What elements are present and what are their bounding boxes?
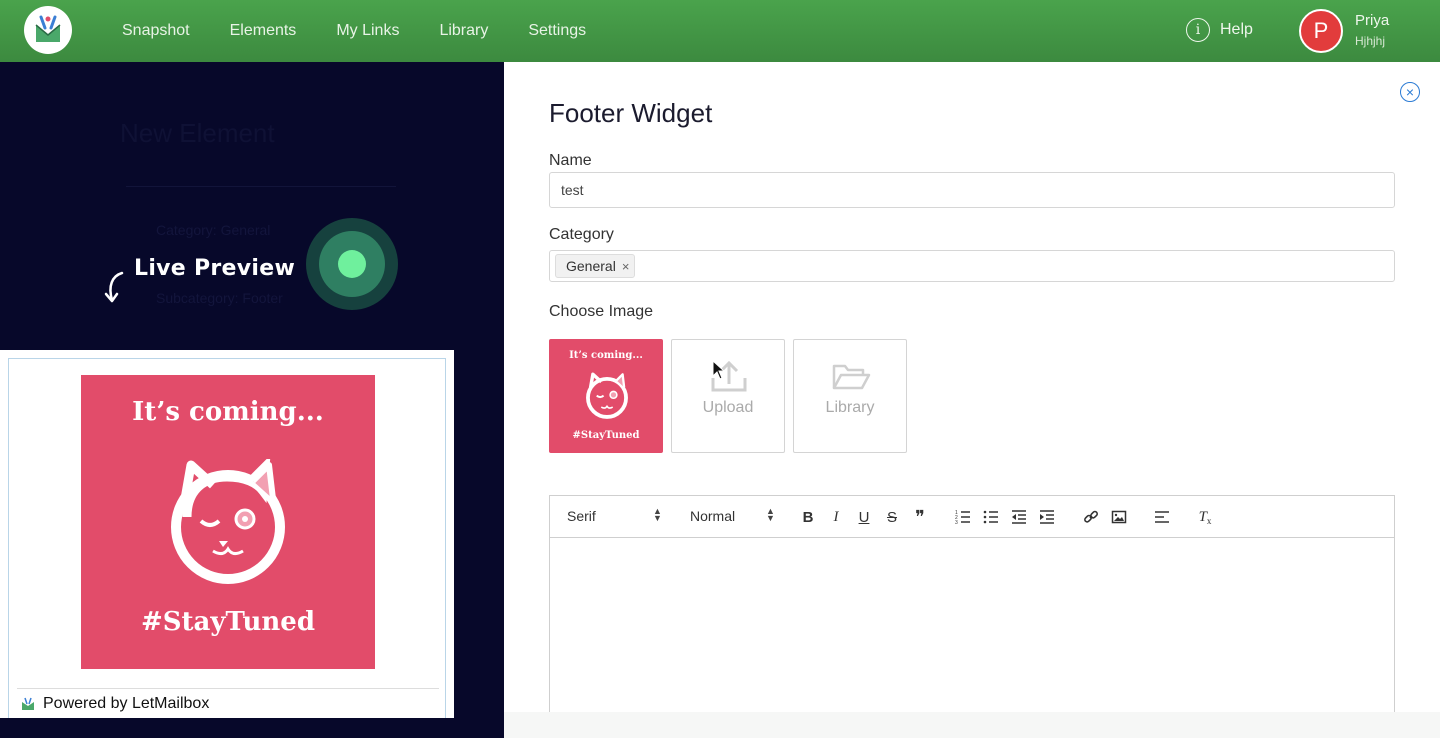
bullet-list-icon — [983, 510, 998, 524]
user-name: Priya — [1355, 12, 1390, 29]
user-subtitle: Hjhjhj — [1355, 34, 1386, 48]
clear-format-button[interactable]: Tx — [1195, 507, 1215, 527]
align-left-icon — [1155, 511, 1169, 523]
clear-format-icon: T — [1198, 508, 1207, 525]
name-input[interactable]: test — [549, 172, 1395, 208]
align-button[interactable] — [1152, 507, 1172, 527]
name-label: Name — [549, 152, 592, 169]
nav-elements[interactable]: Elements — [230, 22, 297, 40]
info-icon: i — [1186, 18, 1210, 42]
category-tag-label: General — [566, 258, 616, 274]
bullet-list-button[interactable] — [981, 507, 1001, 527]
nav-snapshot[interactable]: Snapshot — [122, 22, 190, 40]
clear-format-x-icon: x — [1206, 516, 1212, 526]
live-preview-label: Live Preview — [134, 256, 296, 281]
thumbnail-tag: #StayTuned — [572, 430, 640, 441]
preview-image: It’s coming... #StayTuned — [81, 375, 375, 669]
powered-by-text: Powered by LetMailbox — [43, 695, 210, 712]
winking-cat-icon — [171, 459, 285, 584]
preview-image-tag: #StayTuned — [140, 607, 315, 637]
close-button[interactable]: × — [1400, 82, 1420, 102]
main-nav: Snapshot Elements My Links Library Setti… — [122, 0, 586, 62]
letmailbox-small-icon — [22, 697, 34, 710]
help-link[interactable]: i Help — [1186, 18, 1253, 42]
nav-my-links[interactable]: My Links — [336, 22, 399, 40]
link-button[interactable] — [1081, 507, 1101, 527]
rich-text-editor[interactable]: Serif ▲ ▼ Normal ▲ ▼ B I U S ❞ 1 2 3 T x — [549, 495, 1395, 725]
image-button[interactable] — [1109, 507, 1129, 527]
indent-button[interactable] — [1037, 507, 1057, 527]
category-tag: General × — [555, 254, 636, 278]
font-select[interactable]: Serif ▲ ▼ — [567, 506, 662, 525]
font-select-value: Serif — [567, 508, 596, 524]
bold-button[interactable]: B — [798, 507, 818, 527]
size-select-value: Normal — [690, 508, 736, 524]
category-label: Category — [549, 226, 614, 243]
ordered-list-button[interactable]: 1 2 3 — [953, 507, 973, 527]
ordered-list-icon: 1 2 3 — [955, 510, 970, 525]
help-label: Help — [1220, 21, 1253, 38]
indent-icon — [1040, 510, 1054, 524]
image-icon — [1111, 510, 1127, 524]
italic-button[interactable]: I — [826, 507, 846, 527]
curved-arrow-icon — [104, 271, 124, 303]
nav-library[interactable]: Library — [439, 22, 488, 40]
folder-open-icon — [832, 364, 871, 390]
upload-label: Upload — [702, 399, 754, 416]
panel-title: Footer Widget — [549, 98, 713, 128]
live-indicator-dot — [338, 250, 366, 278]
mouse-cursor-icon — [712, 360, 724, 380]
email-preview-card: It’s coming... #StayTuned Powered by Let… — [0, 350, 454, 718]
top-navbar: Snapshot Elements My Links Library Setti… — [0, 0, 1440, 62]
upload-image-button[interactable]: Upload — [671, 339, 785, 453]
email-preview-frame: It’s coming... #StayTuned Powered by Let… — [8, 358, 446, 718]
editor-toolbar: Serif ▲ ▼ Normal ▲ ▼ B I U S ❞ 1 2 3 T x — [550, 496, 1394, 538]
thumbnail-title: It’s coming... — [569, 350, 643, 361]
footer-widget-panel: × Footer Widget Name test Category Gener… — [504, 62, 1440, 738]
size-select[interactable]: Normal ▲ ▼ — [690, 506, 775, 525]
powered-by[interactable]: Powered by LetMailbox — [21, 695, 209, 713]
underline-button[interactable]: U — [854, 507, 874, 527]
selected-image-thumbnail[interactable]: It’s coming... #StayTuned — [549, 339, 663, 453]
letmailbox-logo-icon — [35, 15, 61, 42]
link-icon — [1084, 510, 1098, 523]
background-title: New Element — [120, 118, 275, 148]
category-select[interactable]: General × — [549, 250, 1395, 282]
library-image-button[interactable]: Library — [793, 339, 907, 453]
panel-bottom-edge — [504, 712, 1440, 738]
select-arrows-icon: ▲ ▼ — [653, 506, 662, 523]
select-arrows-icon: ▲ ▼ — [766, 506, 775, 523]
preview-overlay: New Element Category: General Subcategor… — [0, 62, 504, 738]
preview-divider — [17, 688, 439, 689]
nav-settings[interactable]: Settings — [528, 22, 586, 40]
blockquote-button[interactable]: ❞ — [910, 507, 930, 527]
outdent-icon — [1012, 510, 1026, 524]
background-divider — [126, 186, 396, 187]
svg-text:3: 3 — [955, 520, 958, 525]
strikethrough-button[interactable]: S — [882, 507, 902, 527]
choose-image-label: Choose Image — [549, 303, 654, 320]
remove-tag-icon[interactable]: × — [622, 259, 630, 274]
outdent-button[interactable] — [1009, 507, 1029, 527]
background-text: Subcategory: Footer — [156, 290, 283, 306]
user-menu[interactable]: Priya Hjhjhj — [1355, 12, 1389, 48]
preview-image-title: It’s coming... — [132, 397, 324, 427]
library-label: Library — [825, 399, 875, 416]
avatar[interactable]: P — [1299, 9, 1343, 53]
winking-cat-icon — [586, 372, 628, 419]
background-text: Category: General — [156, 222, 271, 238]
app-logo[interactable] — [24, 6, 72, 54]
